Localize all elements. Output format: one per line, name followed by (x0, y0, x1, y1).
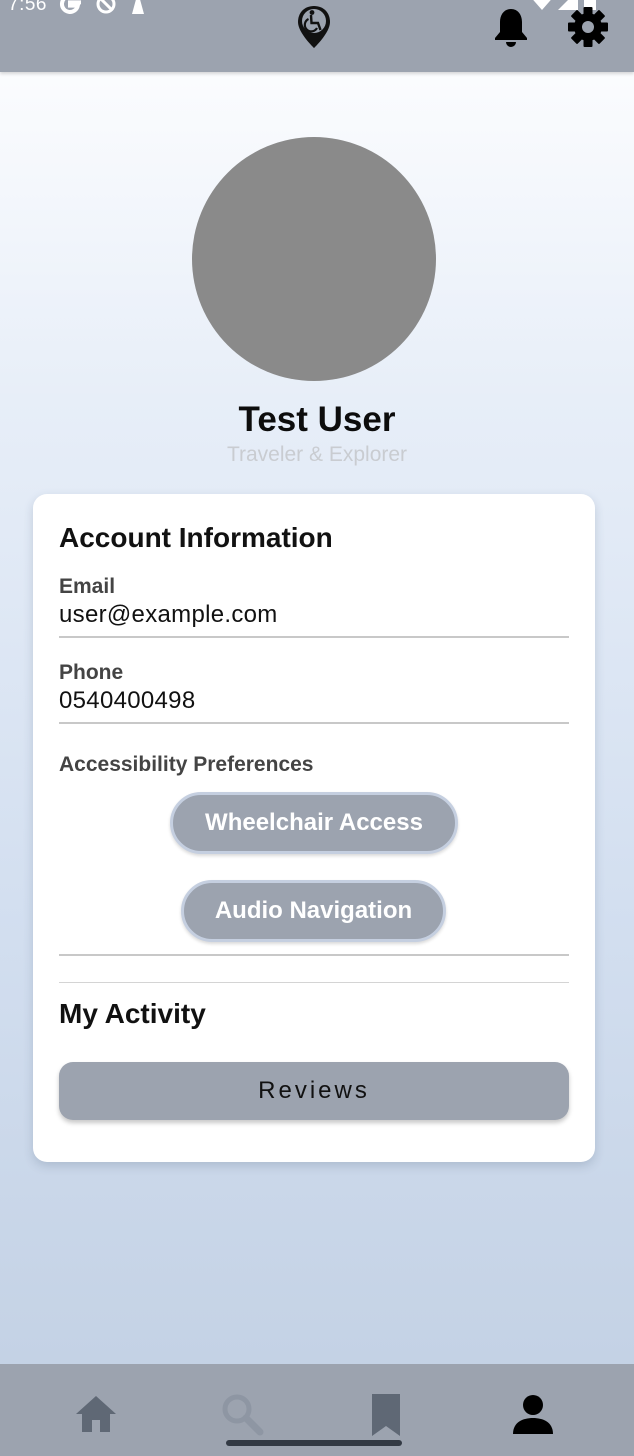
account-card: Account Information Email user@example.c… (33, 494, 595, 1162)
top-app-bar: 7:56 (0, 0, 634, 72)
gear-icon[interactable] (567, 6, 609, 48)
bottom-navigation (0, 1364, 634, 1456)
my-activity-title: My Activity (59, 998, 206, 1029)
profile-name: Test User (238, 400, 396, 439)
profile-subtitle: Traveler & Explorer (226, 443, 408, 466)
signal-tower-icon (132, 0, 144, 14)
person-icon[interactable] (509, 1390, 557, 1438)
email-label: Email (59, 575, 116, 598)
phone-label: Phone (59, 661, 124, 684)
phone-divider (59, 722, 569, 724)
home-indicator[interactable] (226, 1440, 402, 1446)
audio-navigation-chip[interactable]: Audio Navigation (181, 880, 446, 942)
avatar[interactable] (192, 137, 436, 381)
wheelchair-access-chip[interactable]: Wheelchair Access (170, 792, 458, 854)
bell-icon[interactable] (492, 6, 530, 48)
search-icon[interactable] (218, 1390, 266, 1438)
email-value: user@example.com (59, 601, 278, 628)
account-information-title: Account Information (59, 522, 333, 553)
do-not-disturb-icon (96, 0, 116, 14)
accessible-pin-icon[interactable] (296, 4, 332, 50)
preferences-divider (59, 954, 569, 956)
phone-value: 0540400498 (59, 687, 196, 714)
email-divider (59, 636, 569, 638)
status-time: 7:56 (8, 0, 47, 15)
reviews-button[interactable]: Reviews (59, 1062, 569, 1120)
activity-divider (59, 982, 569, 983)
status-icons-left (58, 0, 146, 16)
bookmark-icon[interactable] (362, 1390, 410, 1438)
home-icon[interactable] (72, 1390, 120, 1438)
google-icon (60, 0, 81, 14)
accessibility-preferences-label: Accessibility Preferences (59, 753, 314, 776)
